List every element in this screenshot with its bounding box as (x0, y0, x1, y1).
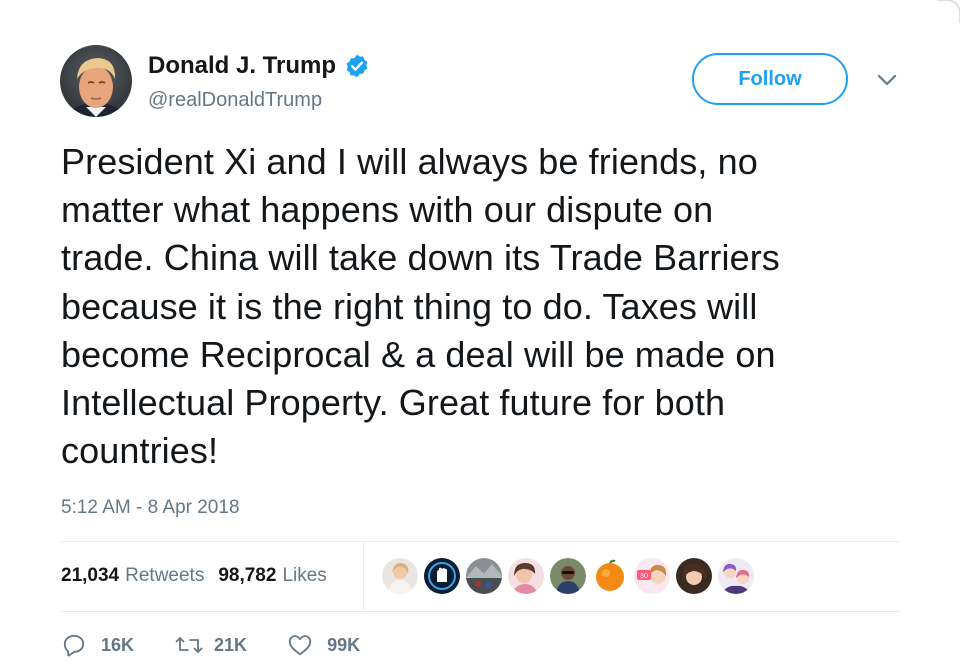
liker-avatar-3[interactable] (466, 558, 502, 594)
tweet-stats: 21,034 Retweets 98,782 Likes (61, 564, 327, 588)
follow-button[interactable]: Follow (692, 53, 848, 105)
retweet-count: 21K (214, 634, 248, 655)
likes-label[interactable]: Likes (282, 564, 326, 588)
verified-badge-icon (344, 53, 370, 79)
liker-avatars: 30 (382, 558, 754, 594)
liker-avatar-7[interactable]: 30 (634, 558, 670, 594)
divider-bottom (61, 611, 900, 612)
retweets-label[interactable]: Retweets (125, 564, 204, 588)
likes-count[interactable]: 98,782 (218, 564, 276, 588)
author-avatar-image (60, 45, 132, 117)
retweet-icon (174, 632, 204, 658)
reply-icon (61, 632, 87, 658)
author-avatar[interactable] (60, 45, 132, 117)
liker-avatar-2[interactable] (424, 558, 460, 594)
liker-avatar-9[interactable] (718, 558, 754, 594)
like-count: 99K (327, 634, 361, 655)
author-name-row[interactable]: Donald J. Trump (148, 52, 370, 80)
liker-avatar-8[interactable] (676, 558, 712, 594)
author-display-name[interactable]: Donald J. Trump (148, 52, 336, 80)
liker-avatar-6[interactable] (592, 558, 628, 594)
tweet-card: Donald J. Trump @realDonaldTrump Follow … (0, 0, 960, 671)
author-handle[interactable]: @realDonaldTrump (148, 88, 322, 112)
reply-count: 16K (101, 634, 135, 655)
like-button[interactable]: 99K (287, 632, 360, 658)
tweet-text: President Xi and I will always be friend… (61, 141, 780, 472)
liker-avatar-4[interactable] (508, 558, 544, 594)
chevron-down-icon[interactable] (876, 72, 898, 88)
retweets-count[interactable]: 21,034 (61, 564, 119, 588)
svg-text:30: 30 (640, 573, 648, 580)
tweet-actions: 16K 21K 99K (61, 632, 360, 658)
divider-top (61, 541, 900, 542)
heart-icon (287, 632, 313, 658)
retweet-button[interactable]: 21K (174, 632, 247, 658)
tweet-timestamp[interactable]: 5:12 AM - 8 Apr 2018 (61, 496, 240, 520)
stats-separator (363, 542, 364, 610)
tweet-header: Donald J. Trump @realDonaldTrump Follow (0, 0, 960, 130)
liker-avatar-5[interactable] (550, 558, 586, 594)
reply-button[interactable]: 16K (61, 632, 134, 658)
liker-avatar-1[interactable] (382, 558, 418, 594)
